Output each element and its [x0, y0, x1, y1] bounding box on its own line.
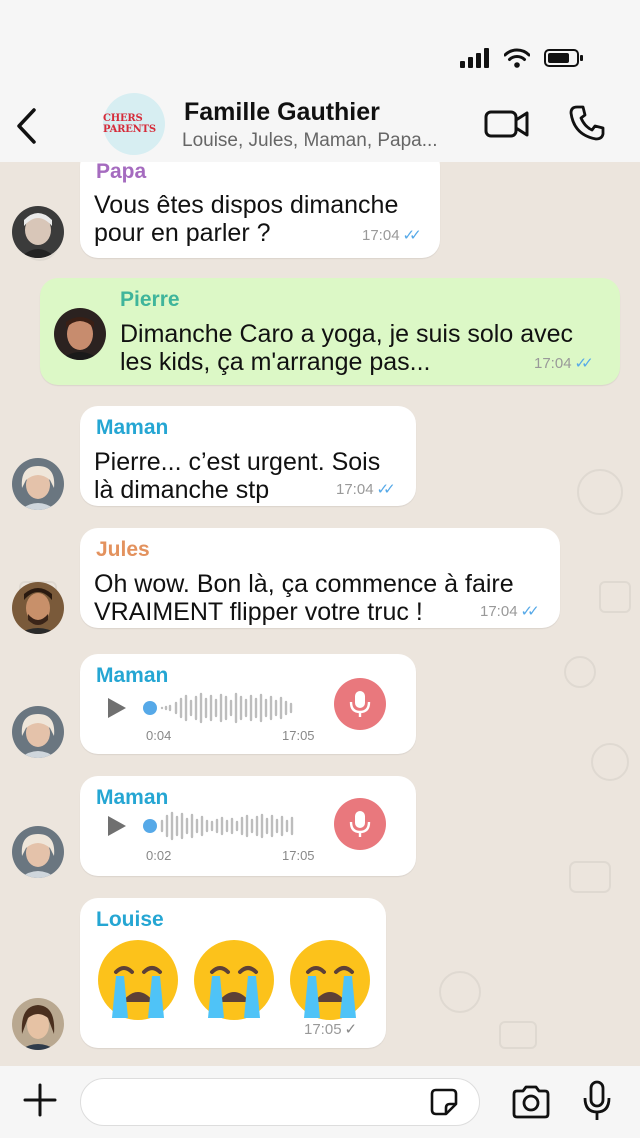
message-time: 17:05 [282, 728, 315, 743]
avatar-maman[interactable] [12, 458, 64, 510]
phone-icon[interactable] [568, 104, 606, 142]
chat-title[interactable]: Famille Gauthier [184, 98, 380, 127]
voice-waveform[interactable] [142, 688, 312, 728]
message-time: 17:04 [362, 226, 400, 244]
message-time: 17:04 [336, 480, 374, 498]
message-meta: 17:05 ✓ [304, 1020, 358, 1039]
composer-bar [0, 1066, 640, 1138]
read-receipt-icon: ✓✓ [574, 355, 594, 372]
sender-name: Papa [96, 162, 147, 183]
message-time: 17:05 [282, 848, 315, 863]
sender-name: Maman [96, 664, 169, 687]
battery-icon [544, 49, 583, 67]
sender-name: Louise [96, 908, 164, 931]
message-text: Dimanche Caro a yoga, je suis solo avec … [120, 320, 574, 376]
read-receipt-icon: ✓✓ [520, 603, 540, 620]
message-bubble-louise[interactable]: Louise 17:05 ✓ [80, 898, 386, 1048]
avatar-maman[interactable] [12, 706, 64, 758]
crying-face-icon [290, 940, 370, 1020]
message-text: Vous êtes dispos dimanche pour en parler… [94, 191, 399, 247]
avatar-papa[interactable] [12, 206, 64, 258]
mic-icon[interactable] [582, 1080, 612, 1122]
message-bubble-papa[interactable]: Papa Vous êtes dispos dimanche pour en p… [80, 162, 440, 258]
chat-participants[interactable]: Louise, Jules, Maman, Papa... [182, 130, 462, 152]
sent-check-icon: ✓ [344, 1021, 358, 1038]
signal-icon [460, 48, 489, 68]
sender-name: Pierre [120, 288, 180, 311]
avatar-louise[interactable] [12, 998, 64, 1050]
message-text: Oh wow. Bon là, ça commence à faire VRAI… [94, 570, 514, 626]
read-receipt-icon: ✓✓ [402, 227, 422, 244]
voice-message-maman[interactable]: Maman 0:02 17:05 [80, 776, 416, 876]
wifi-icon [504, 48, 530, 68]
mic-icon [349, 691, 371, 717]
play-icon[interactable] [108, 816, 126, 836]
voice-waveform[interactable] [142, 806, 312, 846]
message-meta: 17:04 ✓✓ [362, 226, 422, 245]
group-avatar-text: CHERS PARENTS [103, 113, 156, 135]
message-meta: 17:04 ✓✓ [336, 480, 396, 499]
message-bubble-pierre[interactable]: Pierre Dimanche Caro a yoga, je suis sol… [40, 278, 620, 385]
emoji-message [94, 936, 374, 1024]
read-receipt-icon: ✓✓ [376, 481, 396, 498]
sender-name: Maman [96, 416, 169, 439]
sender-name: Jules [96, 538, 150, 561]
message-bubble-maman[interactable]: Maman Pierre... c’est urgent. Sois là di… [80, 406, 416, 506]
camera-icon[interactable] [510, 1084, 552, 1120]
voice-duration: 0:04 [146, 728, 172, 743]
message-time: 17:04 [534, 354, 572, 372]
voice-mic-badge [334, 798, 386, 850]
message-time: 17:04 [480, 602, 518, 620]
message-input[interactable] [80, 1078, 480, 1126]
mic-icon [349, 811, 371, 837]
avatar-jules[interactable] [12, 582, 64, 634]
message-time: 17:05 [304, 1020, 342, 1038]
avatar-pierre[interactable] [54, 308, 106, 360]
avatar-maman[interactable] [12, 826, 64, 878]
video-icon[interactable] [484, 108, 530, 140]
voice-duration: 0:02 [146, 848, 172, 863]
chat-area[interactable]: Papa Vous êtes dispos dimanche pour en p… [0, 162, 640, 1066]
message-meta: 17:04 ✓✓ [480, 602, 540, 621]
status-bar [0, 0, 640, 90]
back-icon[interactable] [14, 106, 40, 146]
message-meta: 17:04 ✓✓ [534, 354, 594, 373]
voice-mic-badge [334, 678, 386, 730]
crying-face-icon [98, 940, 178, 1020]
group-avatar[interactable]: CHERS PARENTS [103, 93, 165, 155]
chat-header: CHERS PARENTS Famille Gauthier Louise, J… [0, 90, 640, 162]
plus-icon[interactable] [22, 1082, 58, 1118]
voice-message-maman[interactable]: Maman 0:04 17:05 [80, 654, 416, 754]
sticker-icon[interactable] [428, 1086, 460, 1118]
message-bubble-jules[interactable]: Jules Oh wow. Bon là, ça commence à fair… [80, 528, 560, 628]
play-icon[interactable] [108, 698, 126, 718]
crying-face-icon [194, 940, 274, 1020]
